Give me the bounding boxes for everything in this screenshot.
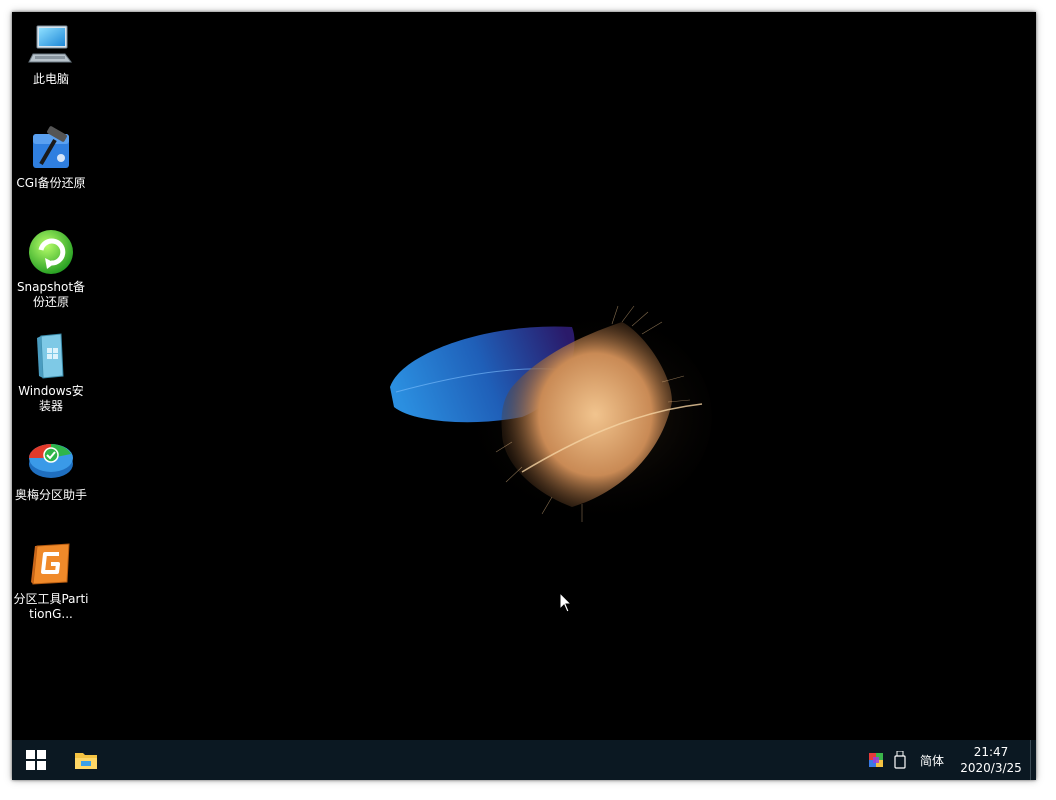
computer-icon <box>27 20 75 68</box>
ime-indicator[interactable]: 简体 <box>912 740 952 780</box>
desktop-icon-label: 奥梅分区助手 <box>14 488 87 502</box>
file-explorer-icon <box>75 753 97 769</box>
desktop-icon-label: Windows安装器 <box>18 384 84 413</box>
snapshot-backup-icon <box>27 228 75 276</box>
desktop-icon-label: Snapshot备份还原 <box>16 280 86 309</box>
aomei-partition-icon <box>27 436 75 484</box>
desktop-icon-label: 此电脑 <box>32 72 69 86</box>
color-palette-icon <box>868 753 883 767</box>
start-button[interactable] <box>12 740 60 780</box>
desktop-icons: 此电脑 CGI备份还原 Snapshot备份还原 Windows安装器 奥梅分区… <box>12 12 92 740</box>
mouse-cursor-icon <box>559 592 573 613</box>
feather-wallpaper <box>390 305 712 527</box>
clock[interactable]: 21:47 2020/3/25 <box>952 740 1030 780</box>
tray-usb-button[interactable] <box>888 740 912 780</box>
desktop-icon-partitionguru[interactable]: 分区工具PartitionG... <box>12 532 90 628</box>
desktop-icon-windows-installer[interactable]: Windows安装器 <box>12 324 90 420</box>
desktop-icon-this-pc[interactable]: 此电脑 <box>12 12 90 108</box>
desktop-icon-aomei-partition[interactable]: 奥梅分区助手 <box>12 428 90 524</box>
cgi-backup-icon <box>27 124 75 172</box>
desktop-icon-cgi-backup[interactable]: CGI备份还原 <box>12 116 90 212</box>
windows-logo-icon <box>26 750 46 770</box>
tray-color-icon-button[interactable] <box>864 740 888 780</box>
show-desktop-button[interactable] <box>1030 740 1036 780</box>
taskbar: 简体 21:47 2020/3/25 <box>12 740 1036 780</box>
taskbar-file-explorer-button[interactable] <box>62 740 110 780</box>
desktop-icon-label: CGI备份还原 <box>16 176 86 190</box>
windows-installer-icon <box>27 332 75 380</box>
clock-date: 2020/3/25 <box>960 761 1022 775</box>
usb-drive-icon <box>894 751 906 769</box>
partitionguru-icon <box>27 540 75 588</box>
clock-time: 21:47 <box>973 745 1009 759</box>
desktop-icon-label: 分区工具PartitionG... <box>13 592 89 621</box>
desktop-screen: 此电脑 CGI备份还原 Snapshot备份还原 Windows安装器 奥梅分区… <box>12 12 1036 780</box>
desktop-icon-snapshot-backup[interactable]: Snapshot备份还原 <box>12 220 90 316</box>
system-tray: 简体 21:47 2020/3/25 <box>864 740 1036 780</box>
